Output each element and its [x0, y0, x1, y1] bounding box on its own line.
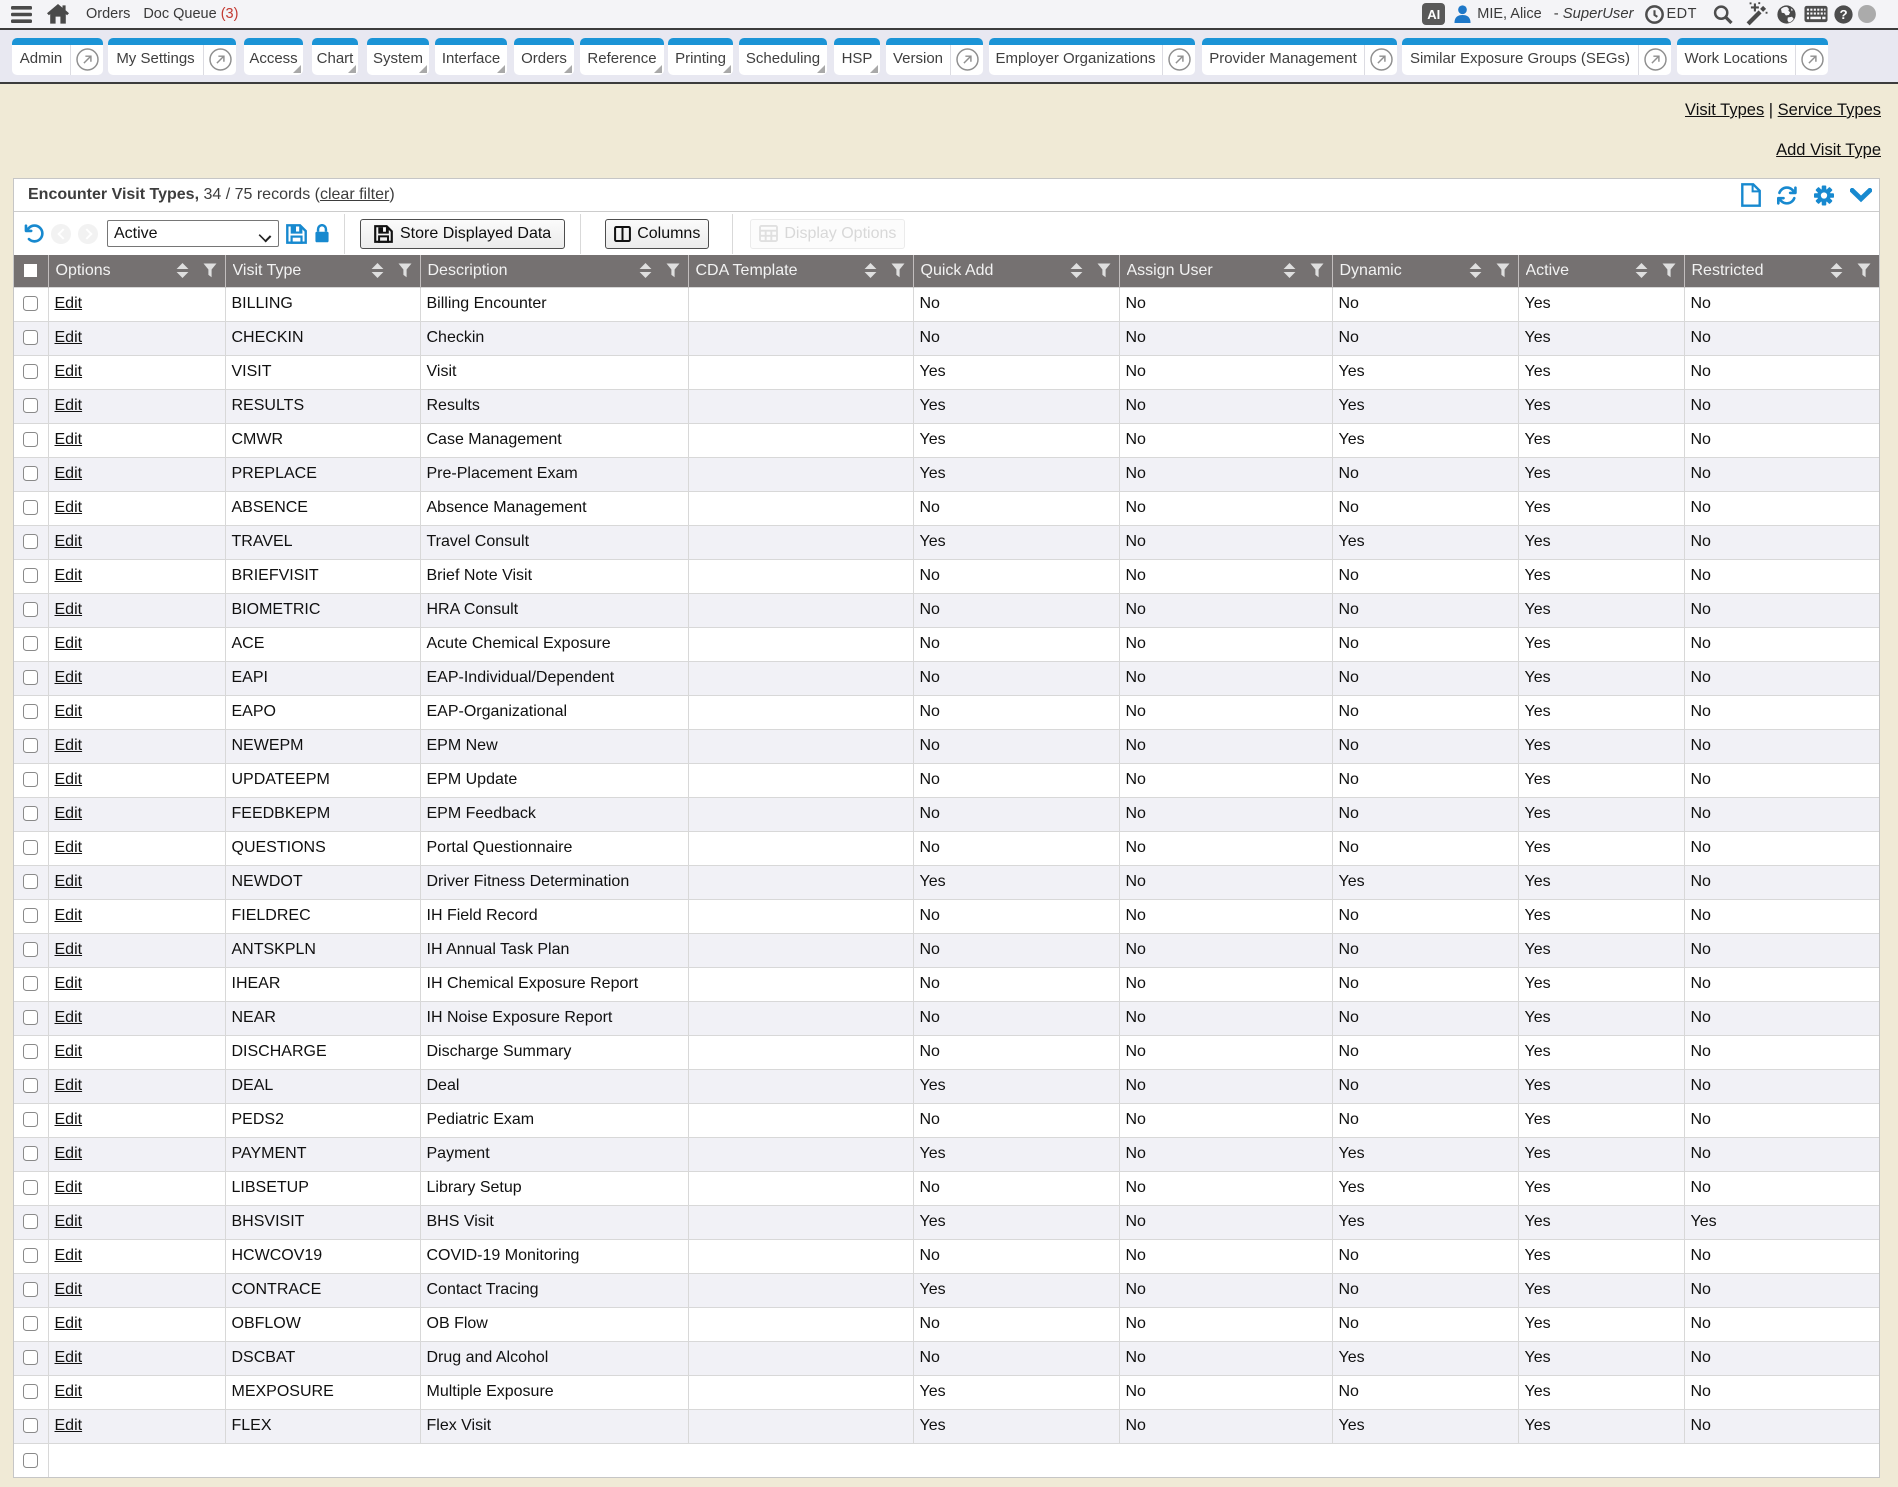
- svg-text:?: ?: [1839, 7, 1847, 22]
